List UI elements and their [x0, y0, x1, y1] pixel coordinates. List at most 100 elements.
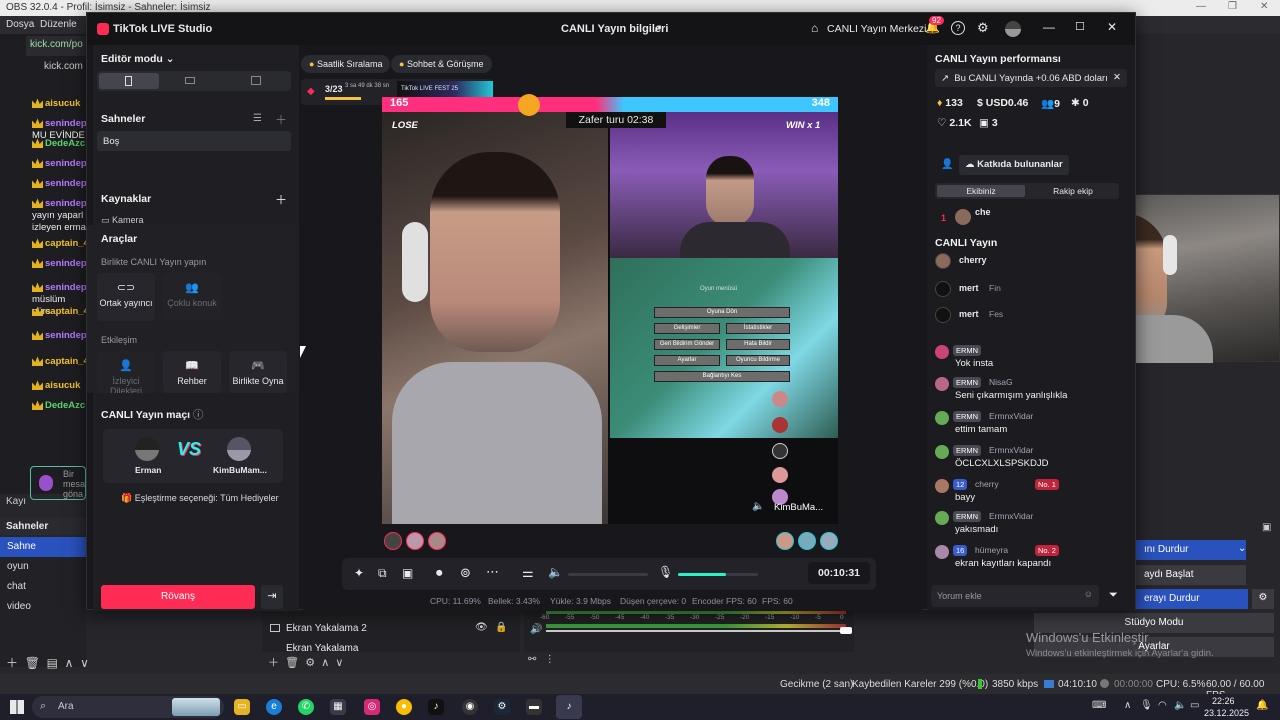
dock-icon[interactable]: ▣ [1262, 522, 1271, 533]
add-media-icon[interactable]: ⧉ [378, 566, 387, 581]
volume-handle[interactable] [840, 627, 852, 634]
user-plus-icon[interactable]: 👤 [941, 159, 953, 170]
speaker-icon[interactable]: 🔈 [548, 565, 563, 579]
tiktok-icon[interactable]: ♪ [428, 699, 444, 715]
co-host-button[interactable]: ⊂⊃ Ortak yayıncı [97, 273, 155, 321]
down-icon[interactable]: ∨ [335, 657, 343, 669]
comment-item[interactable]: ERMN ErmnxVidar ettim tamam [935, 411, 1125, 441]
up-icon[interactable]: ∧ [65, 656, 74, 670]
mic-volume-slider[interactable] [678, 573, 758, 576]
exit-match-icon[interactable]: ⇥ [261, 585, 283, 609]
comment-item[interactable]: ERMN NisaG Seni çıkarmışım yanlışlıkla [935, 377, 1125, 407]
chat-username[interactable]: DedeAzc [45, 400, 85, 411]
chat-username[interactable]: senindep [45, 198, 86, 209]
browser-tab[interactable]: kick.com [40, 58, 86, 78]
windows-start-icon[interactable] [10, 700, 24, 714]
viewer-row[interactable]: cherry [935, 253, 995, 271]
down-icon[interactable]: ∨ [80, 656, 89, 670]
gear-icon[interactable]: ⚙ [1252, 589, 1274, 609]
clock-date[interactable]: 23.12.2025 [1204, 708, 1249, 718]
close-icon[interactable]: ✕ [1107, 20, 1117, 34]
trash-icon[interactable]: 🗑 [285, 657, 299, 669]
contributors-button[interactable]: ☁ Katkıda bulunanlar [959, 155, 1069, 175]
comment-username[interactable]: ErmnxVidar [989, 411, 1033, 421]
chat-username[interactable]: senindep [45, 258, 86, 269]
stop-camera-button[interactable]: erayı Durdur [1136, 589, 1248, 609]
avatar[interactable] [1005, 21, 1021, 37]
stop-stream-button[interactable]: ını Durdur ⌄ [1136, 540, 1246, 560]
eye-icon[interactable]: 👁 [475, 622, 488, 633]
minimize-icon[interactable]: — [1043, 20, 1055, 34]
comment-item[interactable]: 16 hümeyra No. 2 ekran kayıtları kapandı [935, 545, 1125, 575]
dual-layout-icon[interactable] [251, 76, 261, 85]
scene-item[interactable]: Sahne [0, 537, 86, 557]
mic-icon[interactable]: 🎙 [1140, 700, 1153, 711]
filter-icon[interactable]: ▤ [47, 656, 58, 670]
comment-input[interactable]: Yorum ekle ☺ [931, 585, 1099, 607]
comment-username[interactable]: cherry [975, 479, 999, 489]
chat-username[interactable]: senindep [45, 118, 86, 129]
trash-icon[interactable]: 🗑 [25, 656, 40, 670]
emoji-icon[interactable]: ☺ [1084, 589, 1093, 599]
record-icon[interactable]: ⏺ [436, 565, 443, 581]
portrait-layout-button[interactable] [99, 73, 159, 89]
mic-icon[interactable]: 🎙 [658, 565, 673, 579]
home-icon[interactable]: ⌂ [811, 21, 818, 35]
comment-username[interactable]: ErmnxVidar [989, 511, 1033, 521]
multi-guest-button[interactable]: 👥 Çoklu konuk [163, 273, 221, 321]
battery-icon[interactable]: ▭ [1190, 700, 1199, 711]
start-recording-button[interactable]: aydı Başlat [1136, 565, 1246, 585]
chat-username[interactable]: senindep [45, 282, 86, 293]
maximize-icon[interactable]: ❐ [1228, 1, 1237, 12]
store-icon[interactable]: ▦ [330, 699, 346, 715]
list-icon[interactable]: ☰ [253, 113, 262, 124]
wifi-icon[interactable]: ◠ [1158, 700, 1167, 711]
landscape-icon[interactable] [185, 77, 195, 84]
add-icon[interactable]: ＋ [275, 111, 287, 128]
close-icon[interactable]: ✕ [1260, 1, 1268, 12]
instagram-icon[interactable]: ◎ [364, 699, 380, 715]
comment-username[interactable]: NisaG [989, 377, 1013, 387]
obs-icon[interactable]: ◉ [462, 699, 478, 715]
play-together-button[interactable]: 🎮 Birlikte Oyna [229, 351, 287, 393]
keyboard-icon[interactable]: ⌨ [1092, 700, 1106, 711]
whatsapp-icon[interactable]: ✆ [298, 699, 314, 715]
chrome-icon[interactable]: ● [396, 699, 412, 715]
scene-item[interactable]: oyun [0, 557, 86, 577]
speaker-icon[interactable]: 🔊 [530, 624, 542, 635]
filter-icon[interactable]: ⏷ [1109, 589, 1118, 602]
lock-icon[interactable]: 🔒 [495, 622, 507, 633]
clock-time[interactable]: 22:26 [1212, 696, 1235, 706]
taskbar-search[interactable]: ⌕ Ara [32, 696, 224, 718]
gear-icon[interactable]: ⚙ [305, 657, 315, 669]
info-icon[interactable]: ⓘ [193, 409, 204, 421]
viewer-row[interactable]: mert Fes [935, 307, 1003, 325]
clip-icon[interactable]: ⊚ [460, 565, 471, 581]
add-icon[interactable]: ＋ [275, 191, 287, 208]
comment-item[interactable]: ERMN ErmnxVidar ÖCLCXLXLSPSKDJD [935, 445, 1125, 475]
chat-username[interactable]: DedeAzc [45, 138, 85, 149]
speaker-volume-slider[interactable] [568, 573, 648, 576]
viewer-wishes-button[interactable]: 👤 İzleyici Dilekleri [97, 351, 155, 393]
comment-item[interactable]: ERMN Yok insta [935, 345, 1125, 375]
edge-icon[interactable]: e [266, 699, 282, 715]
effects-icon[interactable]: ▣ [402, 566, 413, 580]
source-item[interactable]: ▭ Kamera [101, 215, 144, 225]
chat-username[interactable]: captain_4e5 [45, 306, 86, 317]
minimize-icon[interactable]: — [1196, 1, 1206, 12]
add-icon[interactable]: ＋ [6, 656, 18, 670]
magic-wand-icon[interactable]: ✦ [354, 566, 364, 580]
hourly-ranking-pill[interactable]: ● Saatlik Sıralama [301, 55, 391, 73]
link-icon[interactable]: ⚯ [528, 654, 536, 665]
steam-icon[interactable]: ⚙ [494, 699, 510, 715]
gear-icon[interactable]: ⚙ [977, 20, 989, 36]
guide-button[interactable]: 📖 Rehber [163, 351, 221, 393]
share-icon[interactable]: ↗ [653, 22, 662, 35]
chat-username[interactable]: senindep [45, 178, 86, 189]
comment-username[interactable]: ErmnxVidar [989, 445, 1033, 455]
close-icon[interactable]: ✕ [1113, 72, 1121, 83]
source-item[interactable]: Ekran Yakalama 2 👁 🔒 [270, 622, 515, 638]
adjust-icon[interactable]: ⚌ [522, 565, 534, 581]
comment-username[interactable]: hümeyra [975, 545, 1008, 555]
help-icon[interactable]: ? [951, 21, 965, 35]
